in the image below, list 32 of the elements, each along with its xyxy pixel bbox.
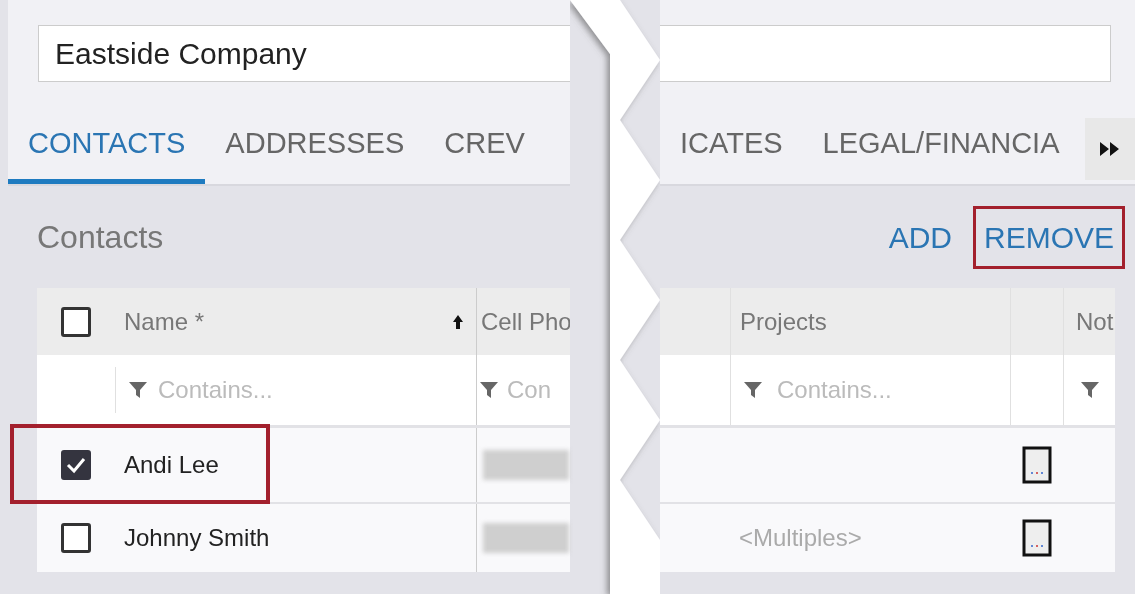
- filter-icon: [479, 380, 499, 400]
- column-header[interactable]: Projects: [740, 303, 827, 340]
- checkbox[interactable]: [61, 450, 91, 480]
- text-field[interactable]: [660, 25, 1111, 83]
- sort-ascending-icon[interactable]: [452, 313, 464, 330]
- column-header[interactable]: Name *: [124, 303, 205, 340]
- section-title: Contacts: [37, 218, 164, 257]
- contact-name[interactable]: Andi Lee: [124, 447, 219, 483]
- tab[interactable]: LEGAL/FINANCIA: [802, 109, 1080, 184]
- more-tabs-button[interactable]: [1085, 118, 1135, 180]
- contact-name[interactable]: Johnny Smith: [124, 520, 270, 556]
- ellipsis-button-icon[interactable]: [1021, 446, 1052, 484]
- checkbox[interactable]: [61, 306, 91, 337]
- tab[interactable]: ADDRESSES: [205, 109, 425, 184]
- fast-forward-icon: [1099, 141, 1121, 157]
- column-header[interactable]: Cell Pho: [481, 303, 570, 340]
- filter-icon: [1080, 380, 1100, 400]
- filter-icon: [743, 380, 763, 400]
- check-icon: [66, 456, 86, 474]
- company-name-field[interactable]: Eastside Company: [39, 26, 570, 82]
- checkbox[interactable]: [61, 523, 91, 553]
- column-header[interactable]: Not: [1076, 303, 1114, 340]
- tab[interactable]: ICATES: [660, 109, 803, 184]
- table-row[interactable]: Johnny Smith: [37, 502, 570, 572]
- action-link[interactable]: ADD: [877, 205, 963, 269]
- ellipsis-button-icon[interactable]: [1021, 519, 1052, 557]
- filter-icon: [128, 380, 148, 400]
- table-row[interactable]: Andi Lee: [37, 428, 570, 502]
- tab[interactable]: CONTACTS: [8, 109, 206, 184]
- action-link[interactable]: REMOVE: [972, 205, 1125, 269]
- projects-value: <Multiples>: [739, 523, 862, 553]
- tab[interactable]: CREV: [424, 109, 545, 184]
